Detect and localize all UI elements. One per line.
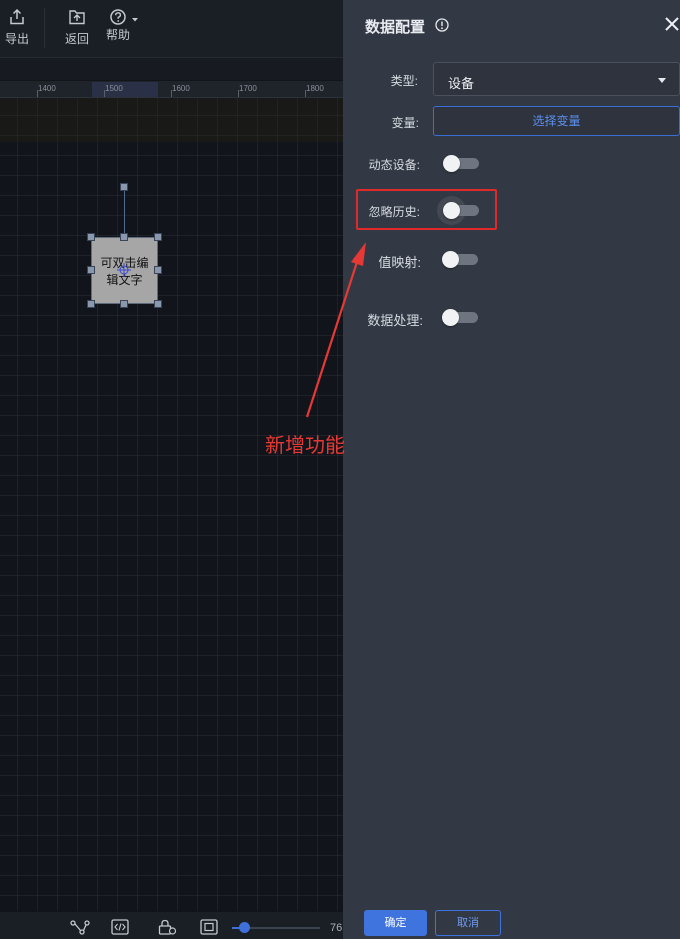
annotation-arrow xyxy=(305,242,366,418)
annotation-text: 新增功能 xyxy=(265,433,345,457)
